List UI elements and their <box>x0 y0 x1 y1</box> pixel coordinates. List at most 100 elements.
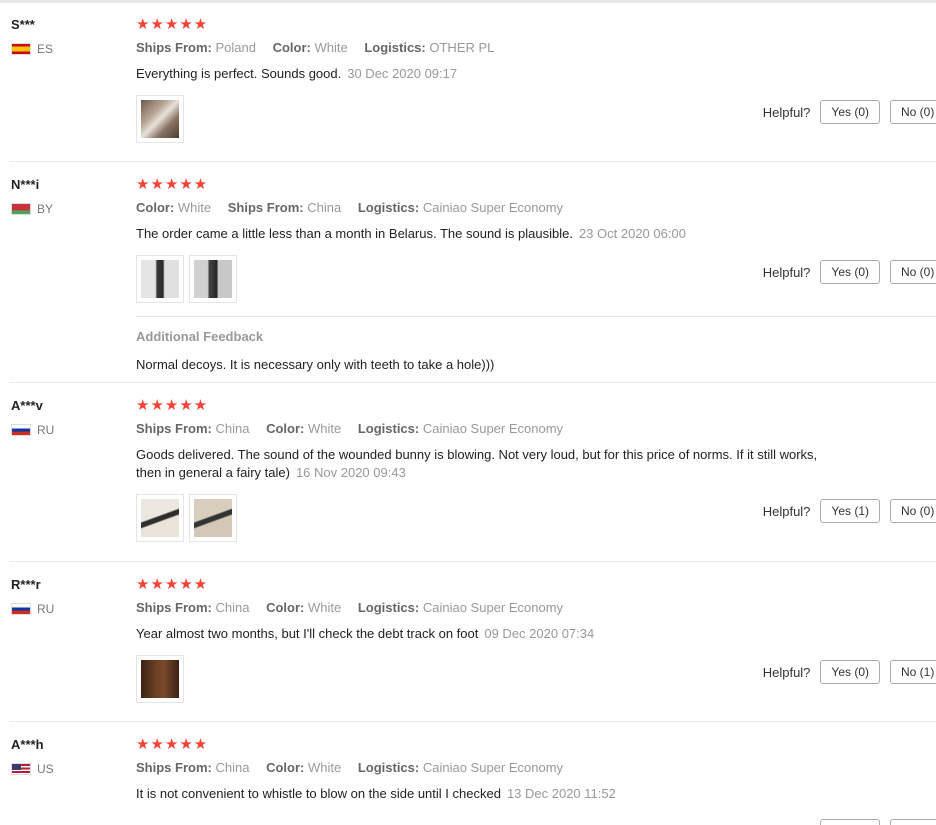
helpful-yes-button[interactable]: Yes (0) <box>820 660 880 684</box>
review-text: Year almost two months, but I'll check t… <box>136 625 936 643</box>
country-code: RU <box>37 602 55 616</box>
reviewer-name: N***i <box>11 177 40 192</box>
review-divider <box>10 561 936 562</box>
additional-feedback-divider <box>136 316 936 317</box>
helpful-no-button[interactable]: No (0) <box>890 100 936 124</box>
country-code: ES <box>37 42 54 56</box>
meta-label: Color: <box>266 600 305 615</box>
additional-feedback-text: Normal decoys. It is necessary only with… <box>136 357 495 372</box>
review-meta: Ships From: Poland Color: White Logistic… <box>136 40 936 56</box>
helpful-controls: Helpful? Yes (0) No (0) <box>763 100 936 124</box>
reviewer-name: A***v <box>11 398 43 413</box>
helpful-yes-button[interactable] <box>820 819 880 825</box>
meta-value: White <box>314 40 348 55</box>
helpful-no-button[interactable]: No (1) <box>890 660 936 684</box>
reviewer-country: RU <box>11 602 54 616</box>
meta-label: Ships From: <box>136 40 212 55</box>
meta-value: China <box>215 760 250 775</box>
reviewer-info: A***h US <box>11 737 54 776</box>
star-rating: ★★★★★ <box>136 736 209 753</box>
meta-value: OTHER PL <box>429 40 495 55</box>
review-text: It is not convenient to whistle to blow … <box>136 785 936 803</box>
review-date: 23 Oct 2020 06:00 <box>578 226 686 241</box>
reviewer-info: N***i BY <box>11 177 53 216</box>
flag-us-icon <box>11 763 31 775</box>
helpful-label: Helpful? <box>762 104 811 120</box>
helpful-label: Helpful? <box>762 503 811 519</box>
meta-value: White <box>307 760 342 775</box>
helpful-yes-button[interactable]: Yes (0) <box>820 260 880 284</box>
additional-feedback-title: Additional Feedback <box>136 329 264 344</box>
review-body: Goods delivered. The sound of the wounde… <box>136 447 818 480</box>
review-divider <box>10 161 936 162</box>
reviewer-country: US <box>11 762 54 776</box>
reviewer-info: R***r RU <box>11 577 54 616</box>
meta-value: China <box>215 421 250 436</box>
meta-label: Color: <box>266 421 305 436</box>
review-photo[interactable] <box>136 655 184 703</box>
reviewer-name: S*** <box>11 17 35 32</box>
meta-label: Color: <box>266 760 305 775</box>
meta-value: China <box>307 200 342 215</box>
star-rating: ★★★★★ <box>136 16 209 33</box>
review-photo[interactable] <box>136 494 184 542</box>
meta-value: Poland <box>215 40 256 55</box>
review-meta: Ships From: China Color: White Logistics… <box>136 421 936 437</box>
review-photo[interactable] <box>136 95 184 143</box>
meta-label: Color: <box>136 200 175 215</box>
meta-label: Logistics: <box>364 40 426 55</box>
meta-label: Logistics: <box>357 200 420 215</box>
review-date: 16 Nov 2020 09:43 <box>295 465 406 480</box>
helpful-controls: Helpful? Yes (1) No (0) <box>763 499 936 523</box>
meta-label: Ships From: <box>227 200 304 215</box>
reviewer-country: ES <box>11 42 53 56</box>
reviewer-country: BY <box>11 202 53 216</box>
flag-ru-icon <box>11 424 31 436</box>
review-date: 30 Dec 2020 09:17 <box>347 66 458 81</box>
helpful-label: Helpful? <box>762 664 811 680</box>
helpful-controls: Helpful? Yes (0) No (1) <box>763 660 936 684</box>
helpful-no-button[interactable] <box>890 819 936 825</box>
star-rating: ★★★★★ <box>136 176 209 193</box>
review-divider <box>10 721 936 722</box>
reviewer-name: R***r <box>11 577 41 592</box>
country-code: RU <box>37 423 55 437</box>
meta-value: Cainiao Super Economy <box>422 421 564 436</box>
top-divider <box>0 0 936 3</box>
review-text: Everything is perfect. Sounds good. 30 De… <box>136 65 936 83</box>
review-body: It is not convenient to whistle to blow … <box>136 786 501 801</box>
meta-value: White <box>307 421 342 436</box>
review-body: The order came a little less than a mont… <box>136 226 573 241</box>
meta-label: Color: <box>272 40 311 55</box>
helpful-yes-button[interactable]: Yes (0) <box>820 100 880 124</box>
meta-value: Cainiao Super Economy <box>422 600 564 615</box>
helpful-controls: Helpful? Yes (0) No (0) <box>763 260 936 284</box>
helpful-no-button[interactable]: No (0) <box>890 499 936 523</box>
reviewer-info: A***v RU <box>11 398 54 437</box>
helpful-controls <box>820 819 936 825</box>
review-meta: Ships From: China Color: White Logistics… <box>136 760 936 776</box>
flag-es-icon <box>11 43 31 55</box>
review-date: 13 Dec 2020 11:52 <box>506 786 616 801</box>
meta-value: Cainiao Super Economy <box>422 200 564 215</box>
review-content: ★★★★★ Ships From: China Color: White Log… <box>136 577 936 703</box>
helpful-yes-button[interactable]: Yes (1) <box>820 499 880 523</box>
review-photo[interactable] <box>136 255 184 303</box>
helpful-no-button[interactable]: No (0) <box>890 260 936 284</box>
meta-label: Ships From: <box>136 421 212 436</box>
helpful-label: Helpful? <box>762 264 811 280</box>
review-date: 09 Dec 2020 07:34 <box>484 626 595 641</box>
meta-value: China <box>215 600 250 615</box>
reviewer-country: RU <box>11 423 54 437</box>
review-photo[interactable] <box>189 494 237 542</box>
review-meta: Ships From: China Color: White Logistics… <box>136 600 936 616</box>
review-text: The order came a little less than a mont… <box>136 225 936 243</box>
review-content: ★★★★★ Ships From: Poland Color: White Lo… <box>136 17 936 143</box>
review-photo[interactable] <box>189 255 237 303</box>
review-content: ★★★★★ Ships From: China Color: White Log… <box>136 737 936 803</box>
country-code: US <box>37 762 54 776</box>
review-divider <box>10 382 936 383</box>
star-rating: ★★★★★ <box>136 397 209 414</box>
meta-label: Logistics: <box>357 600 420 615</box>
flag-by-icon <box>11 203 31 215</box>
